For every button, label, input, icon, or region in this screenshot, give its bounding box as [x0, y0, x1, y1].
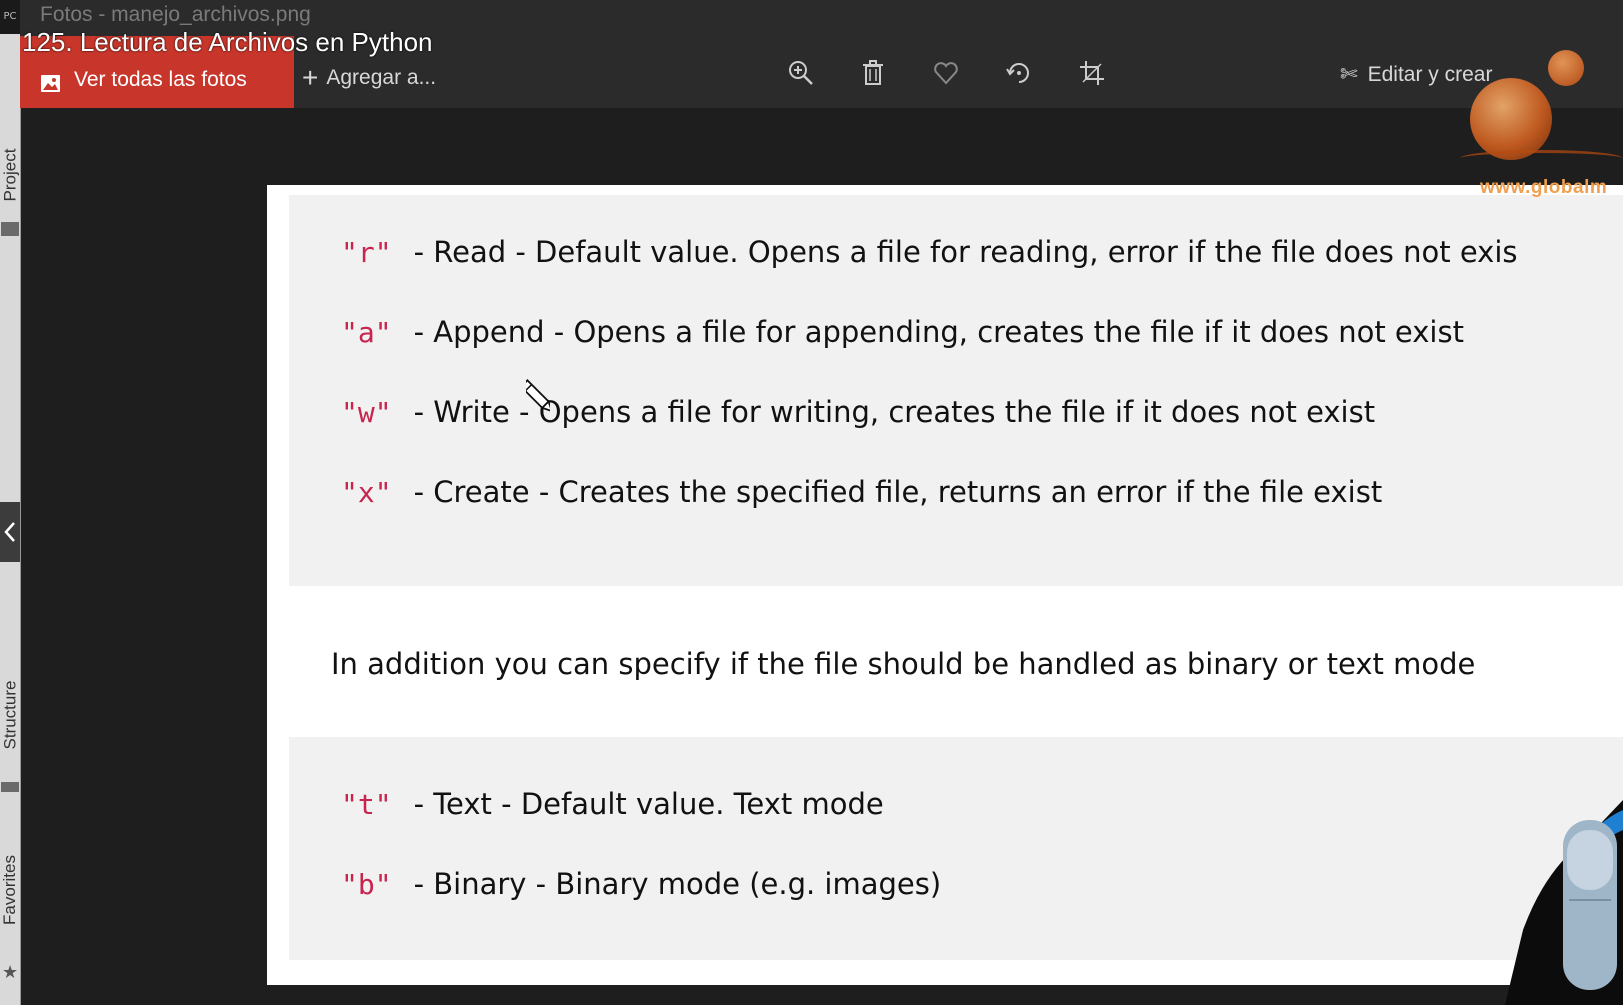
mode-row-x: "x" - Create - Creates the specified file…: [341, 475, 1383, 509]
handling-modes-box: "t" - Text - Default value. Text mode "b"…: [289, 737, 1623, 960]
logo-globe-small: [1548, 50, 1584, 86]
presenter-overlay: [1505, 800, 1623, 1005]
file-modes-box: "r" - Read - Default value. Opens a file …: [289, 195, 1623, 586]
trash-icon[interactable]: [858, 58, 888, 88]
mode-row-t: "t" - Text - Default value. Text mode: [341, 787, 884, 821]
ide-logo-icon: PC: [0, 0, 20, 34]
window-title: Fotos - manejo_archivos.png: [40, 3, 311, 26]
rotate-icon[interactable]: [1004, 58, 1034, 88]
collapse-panel-button[interactable]: [0, 502, 20, 562]
ide-tab-project[interactable]: Project: [0, 120, 20, 230]
mode-row-w: "w" - Write - Opens a file for writing, c…: [341, 395, 1376, 429]
structure-icon: [1, 782, 19, 792]
crop-icon[interactable]: [1077, 58, 1107, 88]
logo-globe-icon: [1470, 78, 1552, 160]
mode-row-r: "r" - Read - Default value. Opens a file …: [341, 235, 1518, 269]
plus-icon: +: [302, 62, 319, 93]
video-title: 125. Lectura de Archivos en Python: [22, 27, 433, 57]
ide-tab-favorites[interactable]: Favorites: [0, 830, 20, 950]
edit-icon: ✄: [1340, 63, 1358, 86]
mode-row-b: "b" - Binary - Binary mode (e.g. images): [341, 867, 942, 901]
binary-text-paragraph: In addition you can specify if the file …: [331, 647, 1476, 681]
photo-icon: [41, 75, 60, 92]
pen-cursor-icon: [526, 379, 550, 413]
ide-tab-structure[interactable]: Structure: [0, 650, 20, 780]
chevron-left-icon: [4, 522, 15, 542]
star-icon: ★: [2, 962, 19, 983]
folder-icon: [1, 222, 19, 236]
heart-icon[interactable]: [931, 58, 961, 88]
mode-row-a: "a" - Append - Opens a file for appending…: [341, 315, 1464, 349]
photo-canvas: "r" - Read - Default value. Opens a file …: [267, 185, 1623, 985]
add-to-button[interactable]: + Agregar a...: [302, 62, 436, 94]
logo-ring: [1460, 150, 1623, 167]
watermark-text: www.globalm: [1480, 177, 1608, 198]
edit-and-create-button[interactable]: ✄ Editar y crear: [1340, 62, 1492, 87]
zoom-in-icon[interactable]: [786, 58, 816, 88]
